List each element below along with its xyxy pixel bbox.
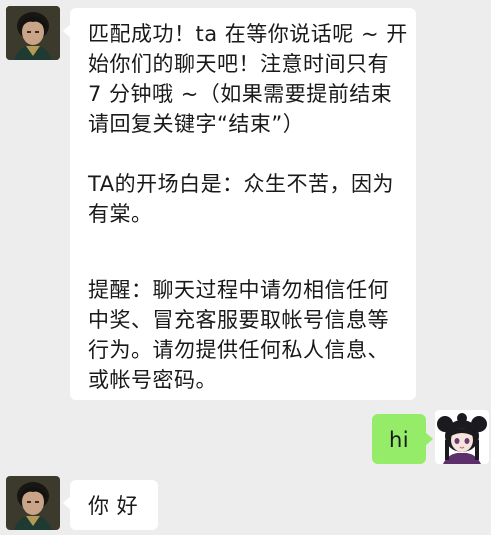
message-paragraph-opening-line: TA的开场白是：众生不苦，因为有棠。 <box>88 172 395 226</box>
message-paragraph-intro: 匹配成功！ta 在等你说话呢 ~ 开始你们的聊天吧！注意时间只有 7 分钟哦 ~… <box>88 22 408 136</box>
avatar-man-icon <box>6 476 60 530</box>
avatar-self[interactable] <box>435 410 489 464</box>
avatar-contact[interactable] <box>6 476 60 530</box>
incoming-message-bubble[interactable]: 匹配成功！ta 在等你说话呢 ~ 开始你们的聊天吧！注意时间只有 7 分钟哦 ~… <box>63 8 416 400</box>
avatar-anime-girl-icon <box>435 410 489 464</box>
incoming-message-bubble[interactable]: 你 好 <box>63 480 158 530</box>
incoming-message-text: 你 好 <box>88 494 139 518</box>
avatar-man-icon <box>6 6 60 60</box>
outgoing-message-text: hi <box>389 428 410 452</box>
avatar-contact[interactable] <box>6 6 60 60</box>
message-paragraph-reminder: 提醒：聊天过程中请勿相信任何中奖、冒充客服要取帐号信息等行为。请勿提供任何私人信… <box>88 278 389 392</box>
outgoing-message-bubble[interactable]: hi <box>372 414 433 464</box>
